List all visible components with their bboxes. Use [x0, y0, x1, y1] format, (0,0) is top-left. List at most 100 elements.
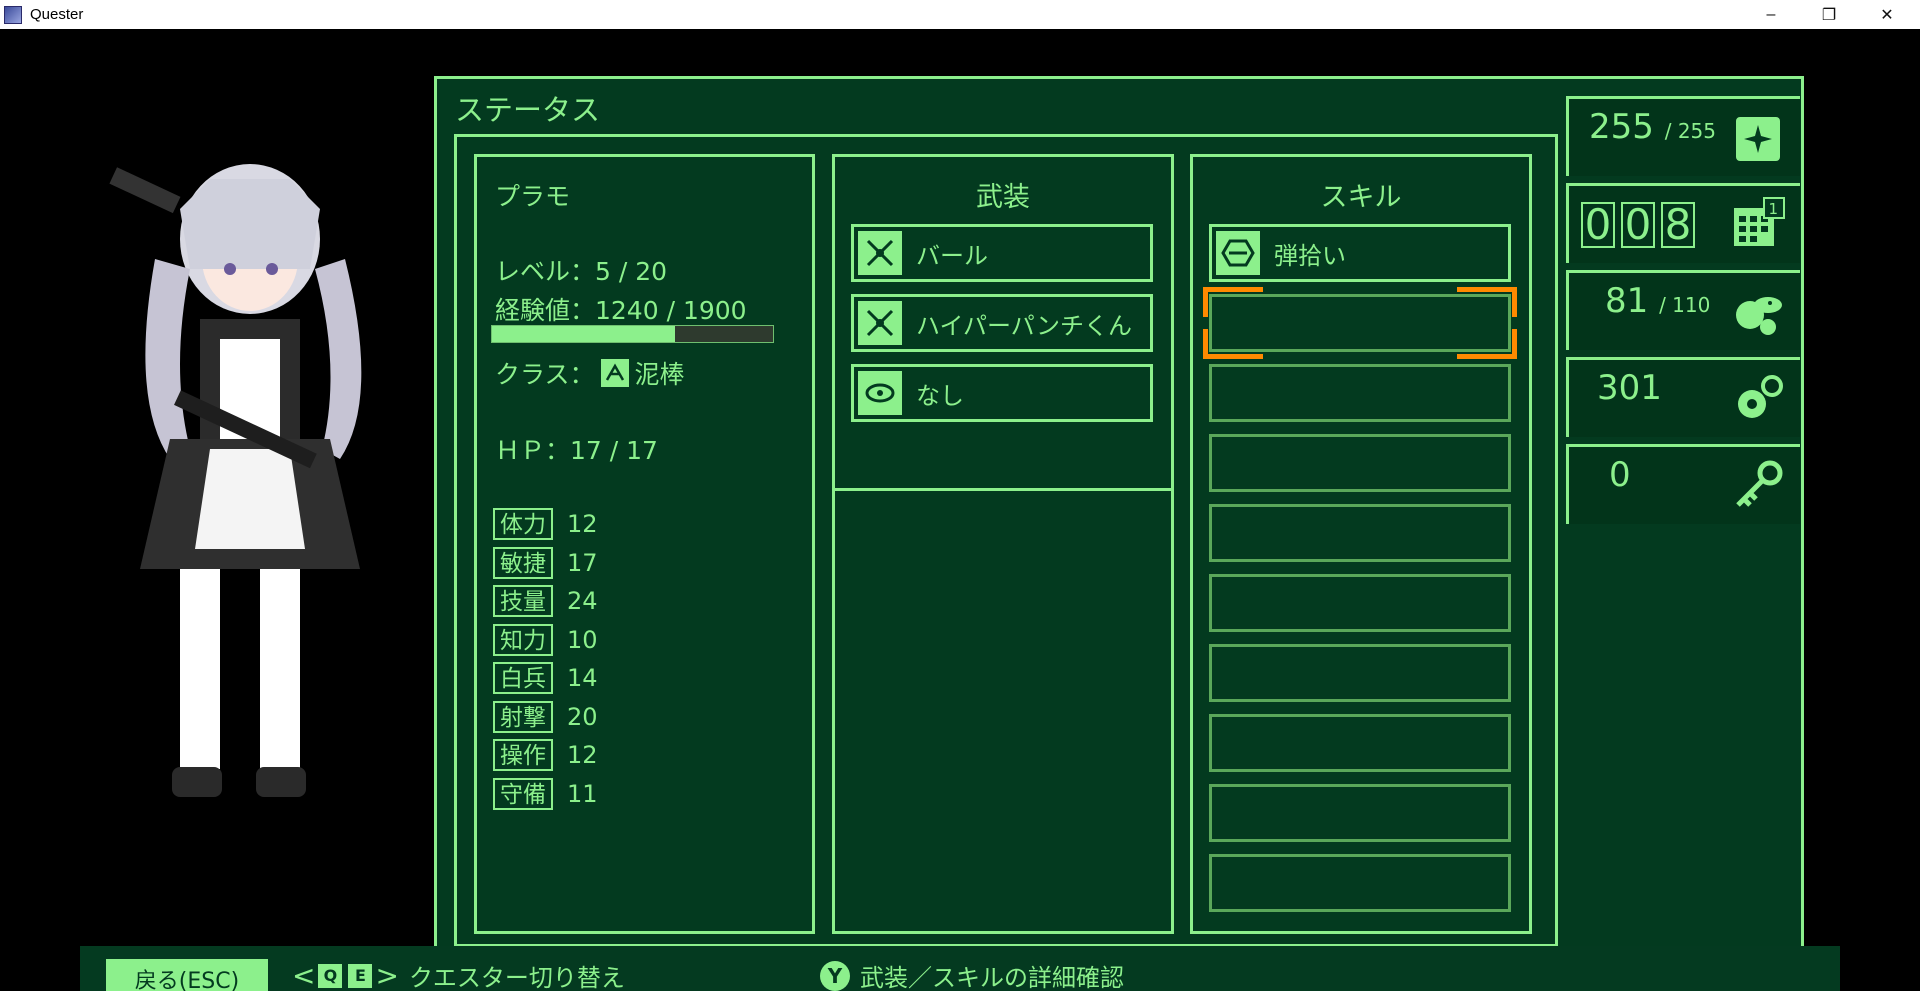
- selection-corner: [1203, 329, 1263, 359]
- character-stats-column: プラモ レベル：5 / 20 経験値：1240 / 1900 クラス： 泥棒 Ｈ…: [474, 154, 815, 934]
- skills-column: スキル 弾拾い: [1190, 154, 1532, 934]
- attribute-value: 14: [567, 664, 598, 693]
- hp-text: ＨＰ：17 / 17: [495, 436, 658, 465]
- attribute-value: 12: [567, 510, 598, 539]
- supply-value: 255: [1589, 107, 1654, 147]
- day-counter: 0 0 8 1: [1566, 183, 1800, 263]
- food-value: 81: [1605, 281, 1649, 321]
- attribute-label: 知力: [493, 623, 553, 656]
- window-titlebar: Quester – ❐ ✕: [0, 0, 1920, 29]
- character-portrait: [109, 164, 362, 797]
- sparkle-jar-icon: [1736, 117, 1780, 161]
- skill-slot[interactable]: [1209, 644, 1511, 702]
- attribute-label: 敏捷: [493, 546, 553, 579]
- skill-slot[interactable]: [1209, 714, 1511, 772]
- attribute-row: 知力 10: [493, 621, 598, 660]
- day-digit: 0: [1621, 202, 1655, 248]
- game-area: ステータス プラモ レベル：5 / 20 経験値：1240 / 1900 クラス…: [0, 29, 1920, 991]
- detail-hint[interactable]: Y 武装／スキルの詳細確認: [820, 958, 1124, 991]
- attribute-value: 20: [567, 702, 598, 731]
- exp-bar-fill: [492, 326, 676, 342]
- app-icon: [4, 5, 22, 24]
- skill-label: 弾拾い: [1274, 241, 1346, 270]
- attribute-row: 白兵 14: [493, 659, 598, 698]
- skill-slot[interactable]: [1209, 854, 1511, 912]
- panel-title: ステータス: [455, 93, 601, 127]
- skill-slot[interactable]: [1209, 784, 1511, 842]
- equipment-slot[interactable]: バール: [851, 224, 1153, 282]
- attribute-row: 射撃 20: [493, 698, 598, 737]
- thief-class-icon: [600, 359, 629, 387]
- attribute-row: 敏捷 17: [493, 544, 598, 583]
- food-max: / 110: [1659, 293, 1711, 317]
- status-frame: プラモ レベル：5 / 20 経験値：1240 / 1900 クラス： 泥棒 Ｈ…: [454, 134, 1558, 947]
- gears-icon: [1738, 375, 1783, 418]
- window-title: Quester: [30, 6, 84, 23]
- skill-slot[interactable]: [1209, 504, 1511, 562]
- skill-slot[interactable]: [1209, 364, 1511, 422]
- equipment-slot[interactable]: なし: [851, 364, 1153, 422]
- attribute-value: 12: [567, 741, 598, 770]
- attribute-label: 操作: [493, 739, 553, 772]
- day-digit: 8: [1661, 202, 1695, 248]
- supply-counter: 255 / 255: [1566, 96, 1800, 176]
- parts-value: 301: [1597, 368, 1662, 408]
- skill-slot[interactable]: 弾拾い: [1209, 224, 1511, 282]
- melee-weapon-icon: [858, 231, 902, 275]
- day-digit: 0: [1581, 202, 1615, 248]
- food-icon: [1736, 297, 1782, 335]
- maximize-button[interactable]: ❐: [1800, 0, 1858, 29]
- skill-slot[interactable]: [1209, 574, 1511, 632]
- close-button[interactable]: ✕: [1858, 0, 1916, 29]
- attribute-value: 11: [567, 779, 598, 808]
- equipment-slot[interactable]: ハイパーパンチくん: [851, 294, 1153, 352]
- skills-header: スキル: [1320, 182, 1402, 213]
- attribute-label: 白兵: [493, 662, 553, 695]
- attribute-row: 操作 12: [493, 736, 598, 775]
- equipment-column: 武装 バール ハイパーパンチくん なし: [832, 154, 1174, 934]
- food-counter: 81 / 110: [1566, 270, 1800, 350]
- controls-bar: 戻る(ESC) < Q E > クエスター切り替え Y 武装／スキルの詳細確認: [80, 946, 1840, 991]
- melee-weapon-icon: [858, 301, 902, 345]
- switch-quester-hint[interactable]: < Q E > クエスター切り替え: [292, 958, 625, 991]
- key-q: Q: [318, 963, 343, 988]
- key-icon: [1736, 460, 1783, 507]
- minimize-button[interactable]: –: [1742, 0, 1800, 29]
- class-name: 泥棒: [634, 360, 685, 389]
- switch-quester-label: クエスター切り替え: [408, 964, 625, 991]
- status-panel: ステータス プラモ レベル：5 / 20 経験値：1240 / 1900 クラス…: [434, 76, 1804, 956]
- detail-label: 武装／スキルの詳細確認: [860, 964, 1124, 991]
- equipment-label: バール: [916, 241, 988, 270]
- exp-bar: [491, 325, 774, 343]
- equipment-label: ハイパーパンチくん: [916, 311, 1132, 340]
- selection-corner: [1457, 287, 1517, 317]
- attribute-value: 10: [567, 625, 598, 654]
- attribute-label: 技量: [493, 585, 553, 618]
- class-prefix: クラス：: [495, 360, 595, 389]
- exp-text: 経験値：1240 / 1900: [495, 296, 747, 325]
- attribute-value: 24: [567, 587, 598, 616]
- calendar-badge: 1: [1768, 200, 1778, 218]
- equipment-label: なし: [916, 381, 964, 410]
- attribute-row: 守備 11: [493, 775, 598, 814]
- key-e: E: [348, 963, 373, 988]
- skill-slot[interactable]: [1209, 434, 1511, 492]
- class-row: クラス： 泥棒: [495, 355, 685, 391]
- equipment-header: 武装: [976, 182, 1030, 213]
- keys-value: 0: [1609, 455, 1631, 495]
- attribute-value: 17: [567, 548, 598, 577]
- selection-corner: [1203, 287, 1263, 317]
- level-text: レベル：5 / 20: [495, 257, 668, 286]
- chevron-right-icon: >: [375, 959, 399, 991]
- attribute-list: 体力 12 敏捷 17 技量 24 知力 10 白兵 14 射撃 20 操作 12 守備 11: [493, 505, 598, 813]
- attribute-label: 守備: [493, 777, 553, 810]
- back-button[interactable]: 戻る(ESC): [106, 959, 268, 991]
- accessory-icon: [858, 371, 902, 415]
- character-name: プラモ: [495, 182, 571, 211]
- keys-counter: 0: [1566, 444, 1800, 524]
- skill-hex-icon: [1216, 231, 1260, 275]
- chevron-left-icon: <: [292, 959, 316, 991]
- equipment-divider: [835, 488, 1171, 491]
- selection-corner: [1457, 329, 1517, 359]
- supply-max: / 255: [1664, 119, 1716, 143]
